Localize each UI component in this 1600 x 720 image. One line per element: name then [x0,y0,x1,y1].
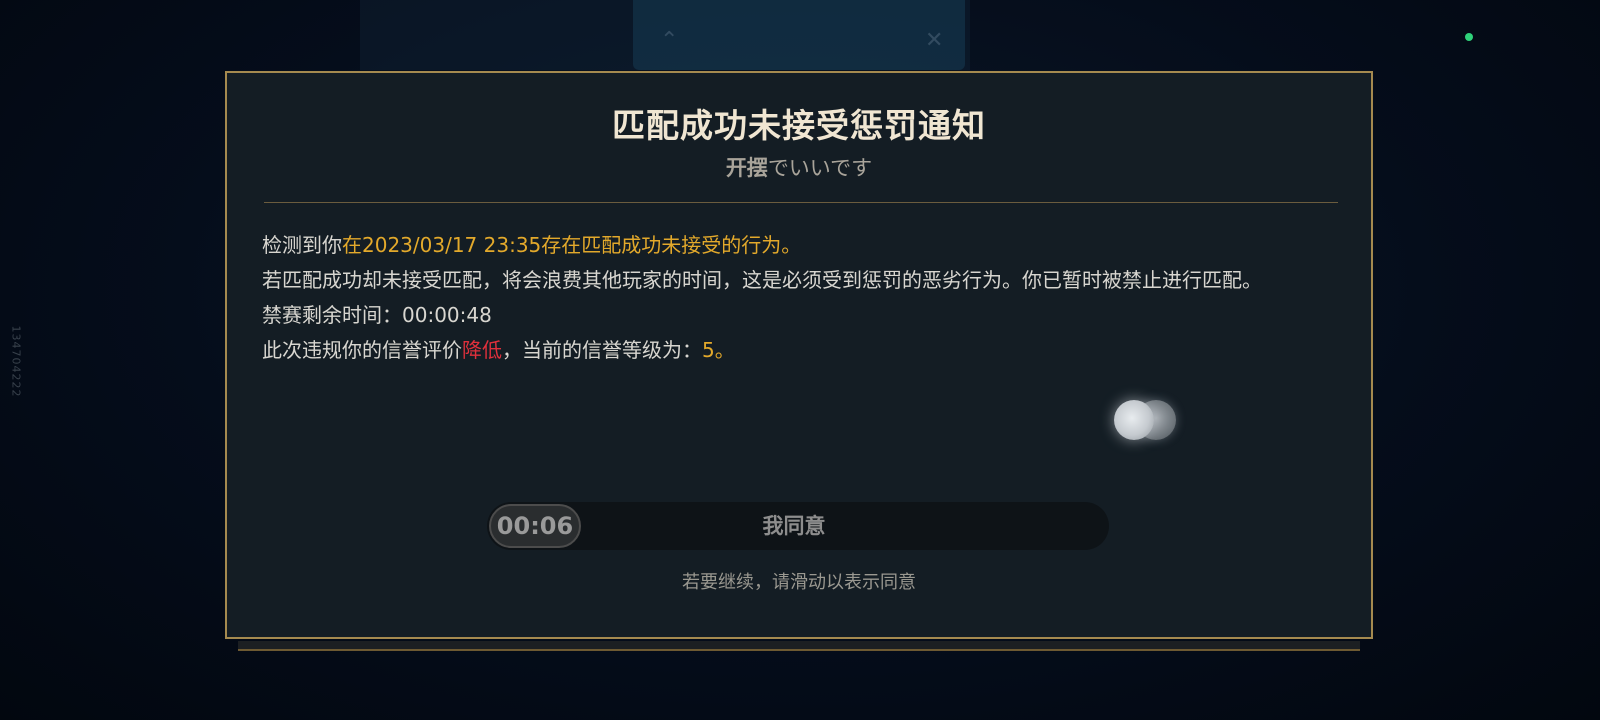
dialog-subtitle: 开摆でいいです [227,152,1371,182]
credit-suffix: 。 [714,338,735,362]
notice-body: 检测到你在2023/03/17 23:35存在匹配成功未接受的行为。 若匹配成功… [262,228,1352,368]
background-close-icon: ✕ [925,28,944,53]
background-header-tab [633,0,965,70]
ban-remaining-label: 禁赛剩余时间： [262,303,402,327]
agree-slider[interactable]: 00:06 我同意 [487,502,1109,550]
credit-level: 5 [702,338,715,362]
detect-prefix: 检测到你 [262,233,342,257]
loading-orb-front [1114,400,1154,440]
loading-orbs-icon [1114,394,1194,444]
agree-label: 我同意 [762,514,826,538]
warning-line: 若匹配成功却未接受匹配，将会浪费其他玩家的时间，这是必须受到惩罚的恶劣行为。你已… [262,268,1262,292]
title-divider [264,202,1338,203]
background-chevron-up-icon: ⌃ [660,28,679,53]
penalty-notice-dialog: 匹配成功未接受惩罚通知 开摆でいいです 检测到你在2023/03/17 23:3… [225,71,1373,639]
credit-middle: ，当前的信誉等级为： [502,338,702,362]
dialog-base-shadow [238,641,1360,651]
detect-line: 检测到你在2023/03/17 23:35存在匹配成功未接受的行为。 [262,228,1352,263]
credit-prefix: 此次违规你的信誉评价 [262,338,462,362]
credit-line: 此次违规你的信誉评价降低，当前的信誉等级为：5。 [262,333,1352,368]
side-id-text: 134704222 [9,325,23,398]
ban-remaining-line: 禁赛剩余时间：00:00:48 [262,298,1352,333]
dialog-title: 匹配成功未接受惩罚通知 [612,106,986,145]
dialog-subtitle-bold: 开摆 [725,156,768,180]
slider-countdown-knob[interactable]: 00:06 [489,504,581,548]
status-dot-icon [1465,33,1473,41]
credit-change: 降低 [462,338,502,362]
slide-hint: 若要继续，请滑动以表示同意 [682,572,916,593]
dialog-subtitle-rest: でいいです [767,156,873,180]
detect-highlight: 在2023/03/17 23:35存在匹配成功未接受的行为。 [342,233,802,257]
ban-remaining-value: 00:00:48 [402,303,492,327]
